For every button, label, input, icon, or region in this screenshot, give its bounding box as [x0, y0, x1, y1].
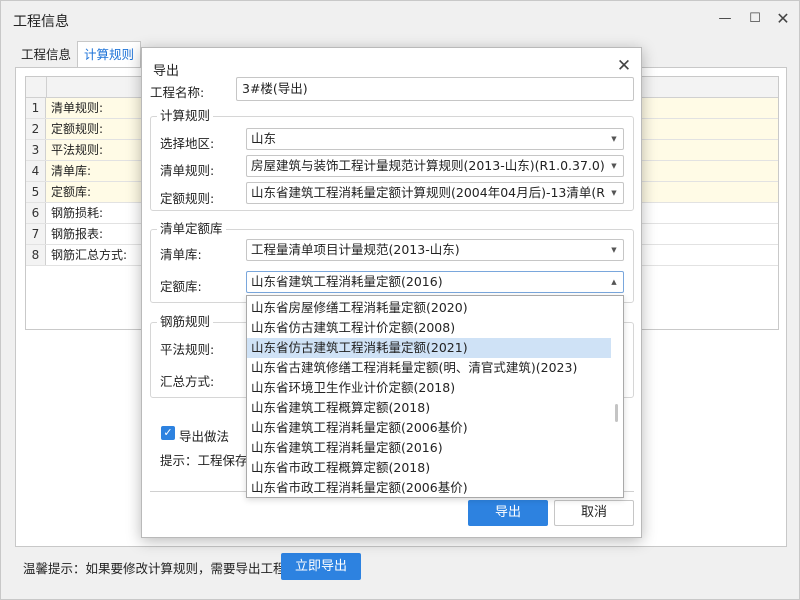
dropdown-option[interactable]: 山东省环境卫生作业计价定额(2018) [247, 378, 611, 398]
quota-lib-dropdown-list: 山东省房屋修缮工程消耗量定额(2020) 山东省仿古建筑工程计价定额(2008) 山… [246, 295, 624, 498]
bill-lib-label: 清单库: [160, 247, 202, 262]
row-number: 8 [26, 245, 46, 265]
export-method-checkbox[interactable]: ✓ [161, 426, 175, 440]
dialog-title: 导出 [153, 64, 180, 79]
bill-rule-select[interactable]: 房屋建筑与装饰工程计量规范计算规则(2013-山东)(R1.0.37.0) ▼ [246, 155, 624, 177]
chevron-down-icon: ▼ [611, 189, 617, 197]
libraries-group-title: 清单定额库 [157, 222, 226, 236]
bill-rule-label: 清单规则: [160, 163, 215, 178]
chevron-down-icon: ▼ [611, 135, 617, 143]
project-name-input[interactable]: 3#楼(导出) [236, 77, 634, 101]
row-label: 清单库: [51, 164, 92, 178]
export-method-label: 导出做法 [179, 429, 230, 444]
tab-project-info[interactable]: 工程信息 [15, 43, 77, 67]
row-label: 钢筋汇总方式: [51, 248, 128, 262]
chevron-down-icon: ▼ [611, 162, 617, 170]
quota-lib-select[interactable]: 山东省建筑工程消耗量定额(2016) ▲ [246, 271, 624, 293]
rebar-rules-group-title: 钢筋规则 [157, 315, 214, 329]
quota-rule-select[interactable]: 山东省建筑工程消耗量定额计算规则(2004年04月后)-13清单(R1.0.3 … [246, 182, 624, 204]
region-label: 选择地区: [160, 136, 215, 151]
chevron-up-icon: ▲ [611, 278, 617, 286]
flat-rule-label: 平法规则: [160, 342, 215, 357]
window-title: 工程信息 [13, 14, 69, 30]
close-icon[interactable]: ✕ [615, 57, 633, 75]
scrollbar-thumb[interactable] [615, 404, 618, 422]
row-number: 3 [26, 140, 46, 160]
quota-rule-value: 山东省建筑工程消耗量定额计算规则(2004年04月后)-13清单(R1.0.3 [251, 185, 605, 200]
row-label: 定额规则: [51, 122, 104, 136]
row-number: 2 [26, 119, 46, 139]
bill-lib-value: 工程量清单项目计量规范(2013-山东) [251, 242, 460, 257]
export-now-button[interactable]: 立即导出 [281, 553, 361, 580]
row-number: 1 [26, 98, 46, 118]
quota-lib-label: 定额库: [160, 279, 202, 294]
dropdown-option[interactable]: 山东省建筑工程消耗量定额(2006基价) [247, 418, 611, 438]
tab-calc-rules[interactable]: 计算规则 [77, 41, 142, 68]
footer-hint: 温馨提示：如果要修改计算规则，需要导出工程 [23, 561, 286, 576]
dropdown-option[interactable]: 山东省房屋修缮工程消耗量定额(2020) [247, 298, 611, 318]
cancel-button[interactable]: 取消 [554, 500, 634, 526]
dropdown-option[interactable]: 山东省建筑工程消耗量定额(2016) [247, 438, 611, 458]
row-number: 7 [26, 224, 46, 244]
dropdown-scrollbar[interactable] [613, 296, 623, 497]
bill-lib-select[interactable]: 工程量清单项目计量规范(2013-山东) ▼ [246, 239, 624, 261]
dropdown-option[interactable]: 山东省市政工程消耗量定额(2006基价) [247, 478, 611, 497]
row-number: 4 [26, 161, 46, 181]
window-close-icon[interactable]: ✕ [773, 9, 793, 29]
row-label: 定额库: [51, 185, 92, 199]
minimize-icon[interactable]: — [715, 9, 735, 29]
row-label: 平法规则: [51, 143, 104, 157]
row-label: 清单规则: [51, 101, 104, 115]
row-number: 5 [26, 182, 46, 202]
maximize-icon[interactable]: ☐ [745, 9, 765, 29]
project-name-label: 工程名称: [150, 85, 205, 100]
row-label: 钢筋损耗: [51, 206, 104, 220]
calc-rules-group-title: 计算规则 [157, 109, 214, 123]
dropdown-option[interactable]: 山东省建筑工程概算定额(2018) [247, 398, 611, 418]
dialog-hint: 提示：工程保存成 [160, 453, 246, 468]
dropdown-option[interactable]: 山东省仿古建筑工程消耗量定额(2021) [247, 338, 611, 358]
region-value: 山东 [251, 131, 277, 146]
quota-lib-value: 山东省建筑工程消耗量定额(2016) [251, 274, 443, 289]
chevron-down-icon: ▼ [611, 246, 617, 254]
dropdown-option[interactable]: 山东省市政工程概算定额(2018) [247, 458, 611, 478]
grid-header-divider [46, 77, 47, 98]
quota-rule-label: 定额规则: [160, 191, 215, 206]
dropdown-option[interactable]: 山东省古建筑修缮工程消耗量定额(明、清官式建筑)(2023) [247, 358, 611, 378]
region-select[interactable]: 山东 ▼ [246, 128, 624, 150]
dropdown-option[interactable]: 山东省仿古建筑工程计价定额(2008) [247, 318, 611, 338]
summary-method-label: 汇总方式: [160, 374, 215, 389]
bill-rule-value: 房屋建筑与装饰工程计量规范计算规则(2013-山东)(R1.0.37.0) [251, 158, 605, 173]
row-label: 钢筋报表: [51, 227, 104, 241]
row-number: 6 [26, 203, 46, 223]
export-button[interactable]: 导出 [468, 500, 548, 526]
